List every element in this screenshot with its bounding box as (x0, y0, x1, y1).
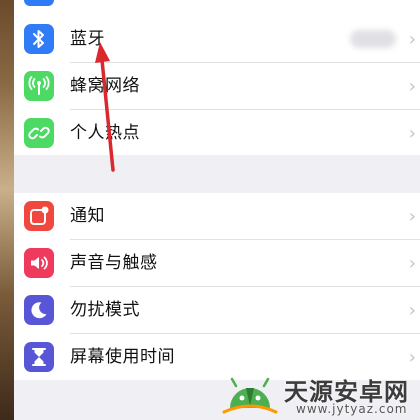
settings-row-notifications[interactable]: 通知 › (14, 193, 420, 240)
chevron-right-icon: › (408, 300, 416, 321)
settings-row-sounds-haptics[interactable]: 声音与触感 › (14, 240, 420, 287)
settings-row-label: 个人热点 (70, 123, 140, 143)
settings-row-label: 蜂窝网络 (70, 76, 140, 96)
chevron-right-icon: › (408, 347, 416, 368)
settings-row-cellular[interactable]: 蜂窝网络 › (14, 63, 420, 110)
personal-hotspot-icon (24, 118, 54, 148)
chevron-right-icon: › (408, 29, 416, 50)
settings-row-label: 蓝牙 (70, 29, 105, 49)
settings-row-screen-time[interactable]: 屏幕使用时间 › (14, 334, 420, 381)
hourglass-icon (24, 342, 54, 372)
speaker-icon (24, 248, 54, 278)
bluetooth-status-value (350, 30, 396, 48)
bluetooth-icon (24, 24, 54, 54)
settings-row-label: 屏幕使用时间 (70, 347, 175, 367)
chevron-right-icon: › (408, 253, 416, 274)
settings-row-do-not-disturb[interactable]: 勿扰模式 › (14, 287, 420, 334)
chevron-right-icon: › (408, 123, 416, 144)
chevron-right-icon: › (408, 76, 416, 97)
chevron-right-icon: › (408, 206, 416, 227)
notification-icon (24, 201, 54, 231)
settings-row-label: 通知 (70, 206, 105, 226)
cellular-antenna-icon (24, 71, 54, 101)
bottom-separator (14, 380, 420, 420)
settings-row-personal-hotspot[interactable]: 个人热点 › (14, 110, 420, 157)
settings-row-label: 勿扰模式 (70, 300, 140, 320)
group-separator (14, 155, 420, 193)
moon-icon (24, 295, 54, 325)
wallpaper-edge (0, 0, 14, 420)
settings-row-bluetooth[interactable]: 蓝牙 › (14, 16, 420, 63)
settings-row-label: 声音与触感 (70, 253, 158, 273)
previous-row-icon-fragment (24, 0, 54, 6)
